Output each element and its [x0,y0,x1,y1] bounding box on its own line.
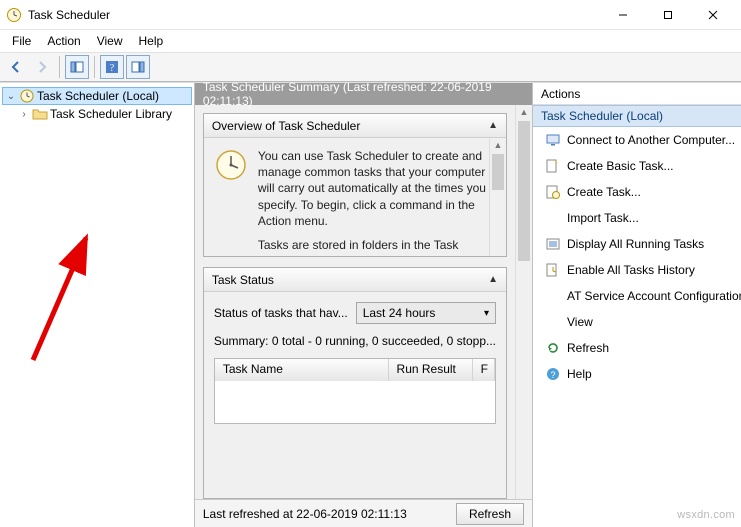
task-table: Task Name Run Result F [214,358,496,424]
action-create-basic[interactable]: Create Basic Task... [533,153,741,179]
toolbar-separator [94,56,95,78]
refresh-button[interactable]: Refresh [456,503,524,525]
menubar: File Action View Help [0,30,741,52]
show-hide-tree-button[interactable] [65,55,89,79]
toolbar: ? [0,52,741,82]
clock-icon [214,148,248,182]
account-icon [545,288,561,304]
tree-root[interactable]: ⌄ Task Scheduler (Local) [2,87,192,105]
help-button[interactable]: ? [100,55,124,79]
col-extra[interactable]: F [473,359,495,381]
col-task-name[interactable]: Task Name [215,359,389,381]
tree-library[interactable]: › Task Scheduler Library [2,105,192,123]
tree-root-label: Task Scheduler (Local) [37,89,159,103]
task-status-summary: Summary: 0 total - 0 running, 0 succeede… [214,334,496,348]
svg-text:?: ? [110,63,115,74]
folder-icon [32,106,48,122]
task-status-title: Task Status [212,273,274,287]
action-connect[interactable]: Connect to Another Computer... [533,127,741,153]
action-create-task[interactable]: Create Task... [533,179,741,205]
navigation-tree: ⌄ Task Scheduler (Local) › Task Schedule… [0,83,195,527]
main-area: ⌄ Task Scheduler (Local) › Task Schedule… [0,82,741,527]
view-icon [545,314,561,330]
actions-section: Task Scheduler (Local) [533,105,741,127]
overview-header[interactable]: Overview of Task Scheduler ▲ [204,114,506,138]
scrollbar[interactable]: ▲ [489,138,506,256]
menu-file[interactable]: File [4,31,39,51]
overview-group: Overview of Task Scheduler ▲ You can use… [203,113,507,257]
summary-pane: Task Scheduler Summary (Last refreshed: … [195,83,532,527]
action-enable-history[interactable]: Enable All Tasks History [533,257,741,283]
refresh-icon [545,340,561,356]
task-status-header[interactable]: Task Status ▲ [204,268,506,292]
menu-action[interactable]: Action [39,31,88,51]
toolbar-separator [59,56,60,78]
action-import[interactable]: Import Task... [533,205,741,231]
history-icon [545,262,561,278]
titlebar: Task Scheduler [0,0,741,30]
show-hide-action-pane-button[interactable] [126,55,150,79]
window-title: Task Scheduler [28,8,600,22]
task-icon [545,184,561,200]
task-status-label: Status of tasks that hav... [214,306,348,320]
menu-help[interactable]: Help [131,31,172,51]
tree-library-label: Task Scheduler Library [50,107,172,121]
summary-header: Task Scheduler Summary (Last refreshed: … [195,83,532,105]
last-refreshed-text: Last refreshed at 22-06-2019 02:11:13 [203,507,407,521]
actions-title: Actions [533,83,741,105]
forward-button[interactable] [30,55,54,79]
scrollbar[interactable]: ▲ [515,105,532,499]
chevron-up-icon: ▲ [488,274,498,285]
close-button[interactable] [690,1,735,29]
help-icon: ? [545,366,561,382]
overview-title: Overview of Task Scheduler [212,119,361,133]
action-help[interactable]: ?Help [533,361,741,387]
actions-pane: Actions Task Scheduler (Local) Connect t… [532,83,741,527]
chevron-up-icon: ▲ [488,120,498,131]
action-view[interactable]: View [533,309,741,335]
app-icon [6,7,22,23]
back-button[interactable] [4,55,28,79]
time-range-value: Last 24 hours [363,306,436,320]
watermark: wsxdn.com [677,509,735,521]
svg-text:?: ? [550,370,555,380]
action-refresh[interactable]: Refresh [533,335,741,361]
minimize-button[interactable] [600,1,645,29]
table-header: Task Name Run Result F [215,359,495,381]
chevron-down-icon: ▾ [484,308,489,319]
maximize-button[interactable] [645,1,690,29]
overview-text: You can use Task Scheduler to create and… [258,148,496,250]
expand-icon[interactable]: ⌄ [5,91,17,102]
import-icon [545,210,561,226]
list-icon [545,236,561,252]
expand-icon[interactable]: › [18,109,30,120]
col-run-result[interactable]: Run Result [389,359,473,381]
clock-icon [19,88,35,104]
time-range-dropdown[interactable]: Last 24 hours ▾ [356,302,496,324]
action-display-running[interactable]: Display All Running Tasks [533,231,741,257]
task-status-group: Task Status ▲ Status of tasks that hav..… [203,267,507,499]
computer-icon [545,132,561,148]
wizard-icon [545,158,561,174]
status-footer: Last refreshed at 22-06-2019 02:11:13 Re… [195,499,532,527]
action-at-service[interactable]: AT Service Account Configuration [533,283,741,309]
menu-view[interactable]: View [89,31,131,51]
